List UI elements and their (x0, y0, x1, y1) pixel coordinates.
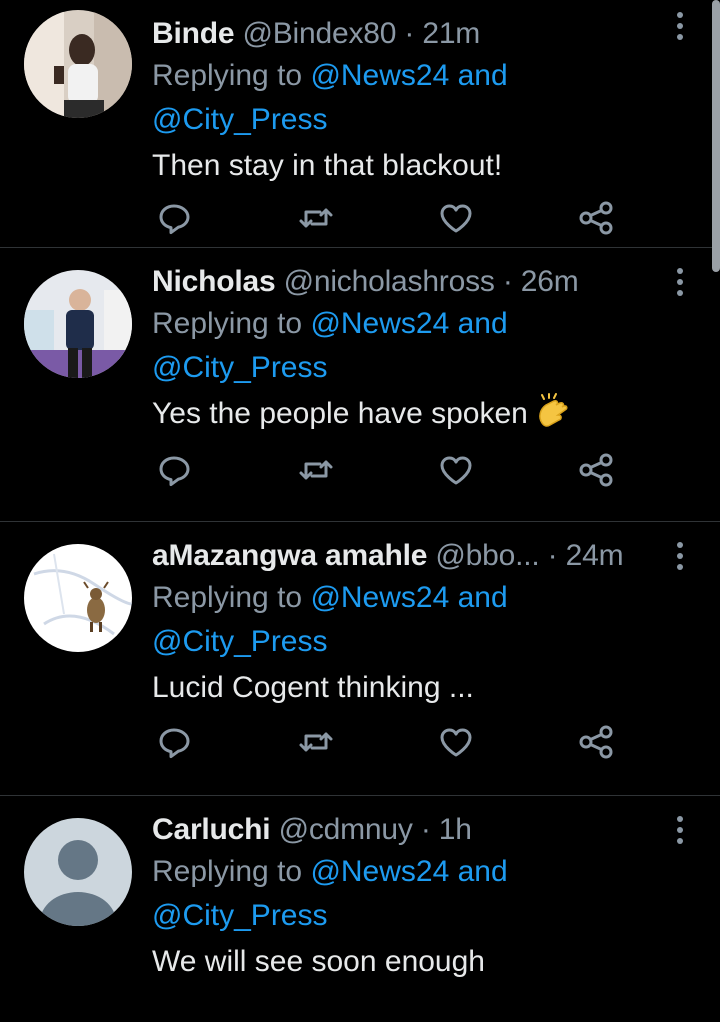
mention-link[interactable]: @News24 (310, 59, 449, 92)
tweet-text: Yes the people have spoken (152, 392, 672, 436)
separator-dot: · (502, 265, 513, 298)
reply-icon[interactable] (154, 722, 194, 762)
reply-icon[interactable] (154, 198, 194, 238)
tweet-text: Then stay in that blackout! (152, 149, 503, 182)
timestamp[interactable]: 26m (521, 265, 579, 298)
separator-dot: · (420, 813, 431, 846)
retweet-icon[interactable] (296, 450, 336, 490)
mention-link[interactable]: @News24 (310, 581, 449, 614)
replying-to-label: Replying to (152, 855, 311, 888)
tweet[interactable]: Carluchi @cdmnuy · 1h Replying to @News2… (0, 796, 720, 1012)
display-name[interactable]: Nicholas (152, 265, 276, 298)
mention-link[interactable]: @City_Press (152, 625, 328, 658)
mention-link[interactable]: @City_Press (152, 899, 328, 932)
heart-icon[interactable] (436, 198, 476, 238)
separator-dot: · (404, 17, 415, 50)
clapping-hands-icon (534, 393, 570, 429)
retweet-icon[interactable] (296, 198, 336, 238)
mention-link[interactable]: @City_Press (152, 103, 328, 136)
avatar[interactable] (24, 10, 132, 118)
tweet[interactable]: Nicholas @nicholashross · 26m Replying t… (0, 248, 720, 522)
display-name[interactable]: Carluchi (152, 813, 271, 846)
scrollbar[interactable] (712, 0, 720, 272)
user-handle[interactable]: @nicholashross (284, 265, 495, 298)
mention-joiner: and (449, 59, 508, 92)
user-handle[interactable]: @cdmnuy (279, 813, 413, 846)
tweet-actions (152, 722, 622, 762)
mention-joiner: and (449, 855, 508, 888)
user-handle[interactable]: @Bindex80 (242, 17, 396, 50)
heart-icon[interactable] (436, 450, 476, 490)
replying-to: Replying to @News24 and @City_Press (152, 850, 672, 938)
replying-to-label: Replying to (152, 581, 311, 614)
replying-to: Replying to @News24 and @City_Press (152, 576, 672, 664)
more-vertical-icon[interactable] (674, 816, 686, 846)
mention-link[interactable]: @News24 (310, 307, 449, 340)
replying-to: Replying to @News24 and @City_Press (152, 54, 672, 142)
timestamp[interactable]: 21m (422, 17, 480, 50)
heart-icon[interactable] (436, 722, 476, 762)
more-vertical-icon[interactable] (674, 268, 686, 298)
tweet-actions (152, 198, 622, 238)
tweet[interactable]: Binde @Bindex80 · 21m Replying to @News2… (0, 0, 720, 248)
timestamp[interactable]: 24m (566, 539, 624, 572)
separator-dot: · (547, 539, 558, 572)
mention-joiner: and (449, 581, 508, 614)
avatar[interactable] (24, 544, 132, 652)
tweet-actions (152, 450, 622, 490)
share-icon[interactable] (576, 722, 616, 762)
tweet-text: Lucid Cogent thinking ... (152, 671, 474, 704)
tweet[interactable]: aMazangwa amahle @bbo... · 24m Replying … (0, 522, 720, 796)
avatar[interactable] (24, 818, 132, 926)
more-vertical-icon[interactable] (674, 12, 686, 42)
mention-link[interactable]: @City_Press (152, 351, 328, 384)
share-icon[interactable] (576, 198, 616, 238)
avatar[interactable] (24, 270, 132, 378)
display-name[interactable]: aMazangwa amahle (152, 539, 427, 572)
more-vertical-icon[interactable] (674, 542, 686, 572)
replying-to-label: Replying to (152, 59, 311, 92)
mention-joiner: and (449, 307, 508, 340)
user-handle[interactable]: @bbo... (435, 539, 539, 572)
replying-to: Replying to @News24 and @City_Press (152, 302, 672, 390)
reply-feed: Binde @Bindex80 · 21m Replying to @News2… (0, 0, 720, 1012)
tweet-text: We will see soon enough (152, 945, 485, 978)
tweet-text-content: Yes the people have spoken (152, 397, 528, 430)
display-name[interactable]: Binde (152, 17, 235, 50)
reply-icon[interactable] (154, 450, 194, 490)
share-icon[interactable] (576, 450, 616, 490)
retweet-icon[interactable] (296, 722, 336, 762)
mention-link[interactable]: @News24 (310, 855, 449, 888)
replying-to-label: Replying to (152, 307, 311, 340)
timestamp[interactable]: 1h (439, 813, 472, 846)
